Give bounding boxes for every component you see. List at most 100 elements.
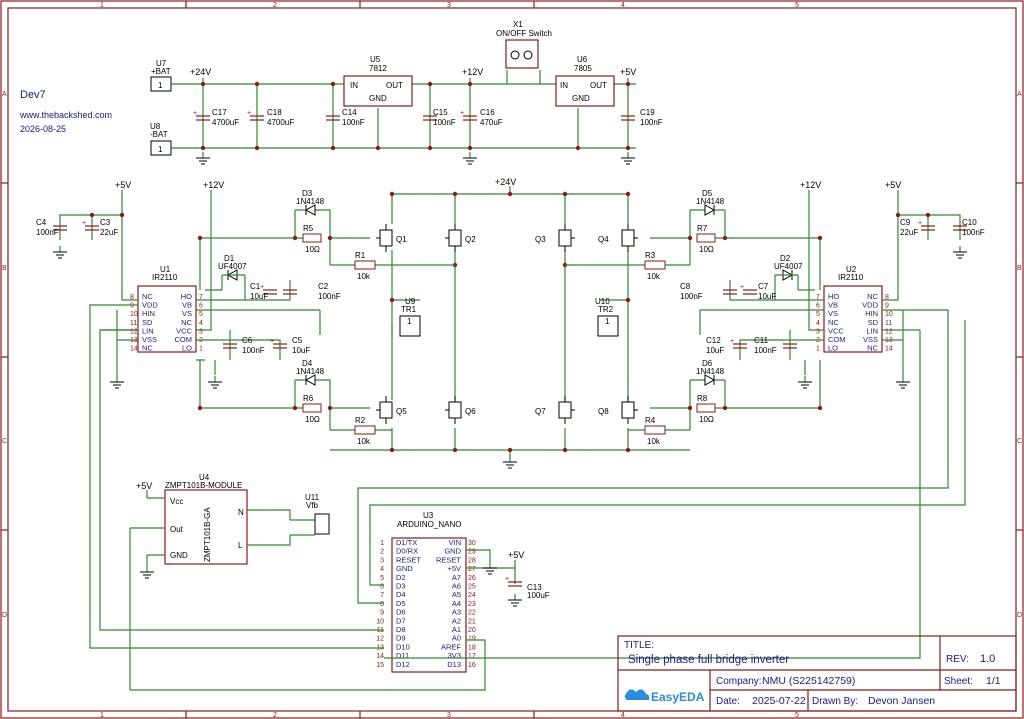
q2-mosfet: Q2 xyxy=(445,224,476,252)
date-value: 2025-07-22 xyxy=(752,695,806,707)
c12-capacitor-ref: C12 xyxy=(706,336,721,345)
c11-capacitor-value: 100nF xyxy=(754,346,777,355)
c4-capacitor-ref: C4 xyxy=(36,218,47,227)
c7-capacitor-value: 10uF xyxy=(758,292,776,301)
r5-resistor: R5 10Ω xyxy=(302,224,322,254)
u4-n: N xyxy=(238,508,244,517)
junction-dot xyxy=(625,145,631,151)
company-label: Company: xyxy=(716,676,762,687)
r6-ref: R6 xyxy=(303,394,314,403)
c19-capacitor-value: 100nF xyxy=(640,118,663,127)
nano-pin-name: A6 xyxy=(452,582,461,591)
junction-dot xyxy=(427,145,433,151)
c6-capacitor-value: 100nF xyxy=(242,346,265,355)
junction-dot xyxy=(89,212,95,218)
ground-symbol xyxy=(896,376,910,389)
junction-dot xyxy=(197,235,203,241)
junction-dot xyxy=(507,447,513,453)
tr2-pin: 1 xyxy=(605,317,610,326)
junction-dot xyxy=(625,447,631,453)
ground-symbol xyxy=(621,152,635,165)
nano-pin-name: A4 xyxy=(452,599,461,608)
junction-dot xyxy=(200,81,206,87)
frame-row-right: D xyxy=(1017,612,1022,619)
nano-pin-num: 26 xyxy=(468,575,476,582)
junction-dot xyxy=(562,191,568,197)
nano-pin-name: VIN xyxy=(448,538,461,547)
junction-dot xyxy=(292,235,298,241)
ir-pin-num: 4 xyxy=(199,320,203,327)
ground-symbol xyxy=(53,246,67,259)
frame-row-left: A xyxy=(2,91,7,98)
easyeda-logo: EasyEDA xyxy=(624,689,705,704)
c5-capacitor: + C510uF xyxy=(270,336,310,355)
r7-resistor: R7 10Ω xyxy=(696,224,716,254)
junction-dot xyxy=(375,145,381,151)
ground-symbol xyxy=(208,376,222,389)
nano-pin-num: 1 xyxy=(380,540,384,547)
net-5v-u4: +5V xyxy=(136,481,152,491)
junction-dot xyxy=(200,145,206,151)
c19-capacitor: C19100nF xyxy=(621,108,663,127)
c17-capacitor: + C174700uF xyxy=(193,108,239,127)
ground-symbol xyxy=(508,594,522,607)
inner-frame xyxy=(7,7,1017,712)
nano-pin-name: D2 xyxy=(396,573,406,582)
nano-pin-name: D11 xyxy=(396,651,409,660)
nano-pin-num: 21 xyxy=(468,618,476,625)
junction-dot xyxy=(330,81,336,87)
nano-pin-name: D6 xyxy=(396,608,406,617)
nano-pin-num: 28 xyxy=(468,557,476,564)
nano-pin-num: 10 xyxy=(376,618,384,625)
c1-capacitor-value: 10uF xyxy=(250,292,268,301)
nano-pin-num: 19 xyxy=(468,636,476,643)
junction-dot xyxy=(197,405,203,411)
nano-pin-num: 17 xyxy=(468,653,476,660)
r2-resistor: R2 10k xyxy=(354,416,376,446)
junction-dot xyxy=(452,447,458,453)
u6-value: 7805 xyxy=(574,64,592,73)
net-12v-ps: +12V xyxy=(462,67,483,77)
r4-value: 10k xyxy=(647,437,661,446)
r8-ref: R8 xyxy=(697,394,708,403)
nano-pin-name: RESET xyxy=(396,555,421,564)
ir-pin-num: 11 xyxy=(130,320,137,327)
c15-capacitor-ref: C15 xyxy=(433,108,448,117)
nano-pin-name: D13 xyxy=(447,660,461,669)
svg-text:+: + xyxy=(460,110,464,117)
ir-pin-num: 1 xyxy=(816,346,820,353)
drawn-label: Drawn By: xyxy=(812,696,858,707)
frame-col-bottom: 3 xyxy=(447,712,451,719)
frame-row-right: B xyxy=(1017,265,1022,272)
ir-pin-num: 6 xyxy=(816,303,820,310)
q3-mosfet: Q3 xyxy=(535,224,575,252)
svg-text:+: + xyxy=(918,220,922,227)
c19-capacitor-ref: C19 xyxy=(640,108,655,117)
nano-pin-name: D10 xyxy=(396,642,410,651)
q6-ref: Q6 xyxy=(465,407,476,416)
svg-text:+: + xyxy=(505,576,509,583)
ir-pin-num: 4 xyxy=(816,320,820,327)
d5-value: 1N4148 xyxy=(696,197,725,206)
ground-symbol xyxy=(503,456,517,469)
nano-pin-name: A7 xyxy=(452,573,461,582)
u4-l: L xyxy=(238,541,243,550)
u1-value: IR2110 xyxy=(152,273,178,282)
net-5v-nano: +5V xyxy=(508,550,524,560)
r3-ref: R3 xyxy=(645,251,656,260)
junction-dot xyxy=(817,235,823,241)
tr1-pin: 1 xyxy=(407,317,412,326)
r7-ref: R7 xyxy=(697,224,708,233)
ir-pin-num: 6 xyxy=(199,303,203,310)
nano-pin-num: 7 xyxy=(380,592,384,599)
c10-capacitor-ref: C10 xyxy=(962,218,977,227)
junction-dot xyxy=(292,405,298,411)
q2-ref: Q2 xyxy=(465,235,476,244)
c3-capacitor: + C322uF xyxy=(82,218,118,237)
c12-capacitor: + C1210uF xyxy=(706,336,747,355)
q5-ref: Q5 xyxy=(396,407,407,416)
nano-pin-name: GND xyxy=(396,564,413,573)
nano-pin-num: 16 xyxy=(468,662,476,669)
u6-ref: U6 xyxy=(577,55,588,64)
svg-text:+: + xyxy=(260,284,264,291)
